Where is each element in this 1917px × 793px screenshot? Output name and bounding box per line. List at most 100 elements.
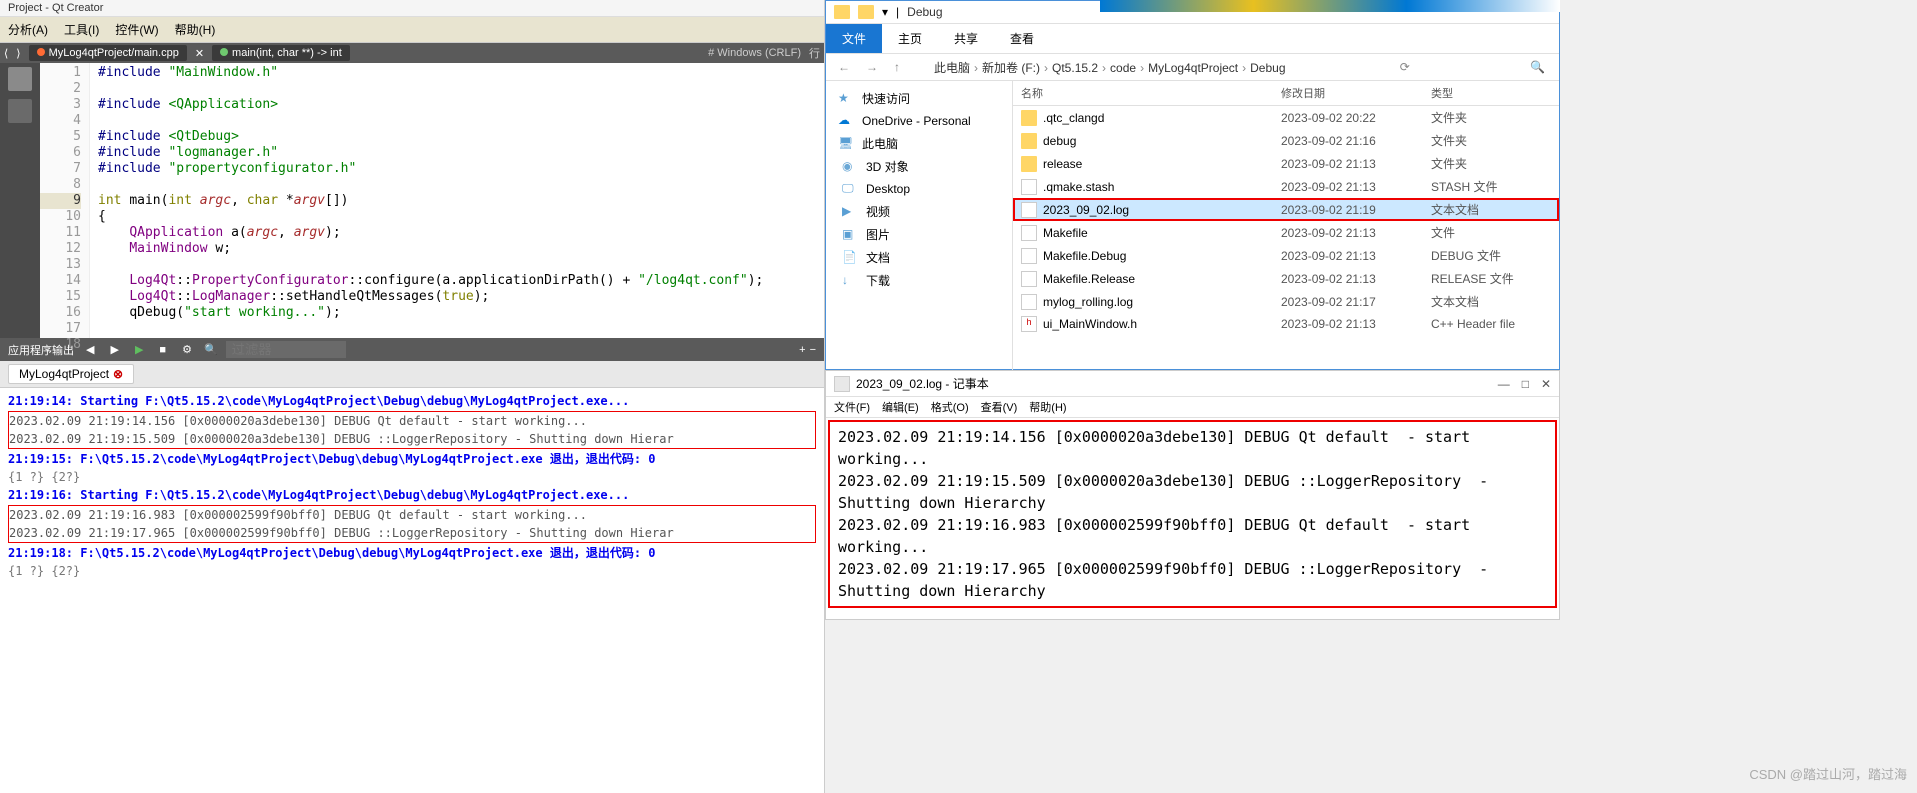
explorer-sidenav: ★快速访问☁OneDrive - Personal🖥此电脑◉3D 对象🖵Desk… [826, 81, 1013, 371]
menu-file[interactable]: 文件(F) [834, 399, 870, 415]
sidenav-item[interactable]: 🖵Desktop [826, 178, 1012, 200]
nav-icon: ▶ [842, 204, 858, 220]
nav-icon: ◉ [842, 159, 858, 175]
sidenav-item[interactable]: 🖥此电脑 [826, 132, 1012, 155]
h-icon: h [1021, 316, 1037, 332]
nav-up-icon[interactable]: ↑ [890, 58, 904, 76]
mode-edit-icon[interactable] [8, 67, 32, 91]
menu-help[interactable]: 帮助(H) [175, 21, 216, 38]
file-row[interactable]: debug2023-09-02 21:16文件夹 [1013, 129, 1559, 152]
nav-back-icon[interactable]: ← [834, 58, 854, 76]
crumb[interactable]: MyLog4qtProject [1148, 61, 1238, 75]
sidenav-item[interactable]: ▣图片 [826, 223, 1012, 246]
menu-format[interactable]: 格式(O) [931, 399, 969, 415]
nav-fwd-icon[interactable]: → [862, 58, 882, 76]
sidenav-item[interactable]: ☁OneDrive - Personal [826, 110, 1012, 132]
output-remove[interactable]: − [810, 344, 816, 356]
nav-icon: ☁ [838, 113, 854, 129]
file-tab[interactable]: MyLog4qtProject/main.cpp [29, 45, 187, 61]
notepad-content[interactable]: 2023.02.09 21:19:14.156 [0x0000020a3debe… [828, 420, 1557, 608]
notepad-icon [834, 376, 850, 392]
nav-icon: ▣ [842, 227, 858, 243]
mode-debug-icon[interactable] [8, 99, 32, 123]
address-bar: ← → ↑ 此电脑›新加卷 (F:)›Qt5.15.2›code›MyLog4q… [826, 54, 1559, 81]
encoding-label[interactable]: # Windows (CRLF) [708, 47, 801, 59]
code-area[interactable]: #include "MainWindow.h" #include <QAppli… [90, 63, 824, 338]
func-tab[interactable]: main(int, char **) -> int [212, 45, 350, 61]
qt-creator-window: Project - Qt Creator 分析(A) 工具(I) 控件(W) 帮… [0, 0, 825, 793]
tab-close[interactable]: ✕ [195, 47, 204, 60]
tab-share[interactable]: 共享 [938, 24, 994, 53]
close-icon[interactable]: ✕ [1541, 377, 1551, 391]
nav-icon: ★ [838, 91, 854, 107]
folder-icon [1021, 110, 1037, 126]
menu-edit[interactable]: 编辑(E) [882, 399, 919, 415]
maximize-icon[interactable]: □ [1522, 377, 1529, 391]
output-tabs: MyLog4qtProject ⊗ [0, 361, 824, 388]
tab-view[interactable]: 查看 [994, 24, 1050, 53]
menu-widgets[interactable]: 控件(W) [115, 21, 158, 38]
nav-icon: 📄 [842, 250, 858, 266]
file-row[interactable]: Makefile.Release2023-09-02 21:13RELEASE … [1013, 267, 1559, 290]
output-prev[interactable]: ◀ [82, 342, 98, 357]
col-date[interactable]: 修改日期 [1281, 85, 1431, 101]
filter-input[interactable] [226, 341, 346, 358]
crumb[interactable]: 新加卷 (F:) [982, 61, 1040, 75]
output-tab[interactable]: MyLog4qtProject ⊗ [8, 364, 134, 384]
nav-back[interactable]: ⟨ [4, 47, 8, 60]
tab-home[interactable]: 主页 [882, 24, 938, 53]
col-type[interactable]: 类型 [1431, 85, 1551, 101]
output-add[interactable]: + [799, 344, 805, 356]
output-header: 应用程序输出 ◀ ▶ ▶ ■ ⚙ 🔍 + − [0, 338, 824, 361]
sidenav-item[interactable]: 📄文档 [826, 246, 1012, 269]
file-row[interactable]: 2023_09_02.log2023-09-02 21:19文本文档 [1013, 198, 1559, 221]
settings-icon[interactable]: ⚙ [178, 342, 196, 357]
search-icon: 🔍 [204, 343, 218, 356]
close-icon[interactable]: ⊗ [113, 367, 123, 381]
tab-file[interactable]: 文件 [826, 24, 882, 53]
nav-fwd[interactable]: ⟩ [16, 47, 20, 60]
file-row[interactable]: hui_MainWindow.h2023-09-02 21:13C++ Head… [1013, 313, 1559, 335]
crumb[interactable]: Qt5.15.2 [1052, 61, 1098, 75]
output-pane[interactable]: 21:19:14: Starting F:\Qt5.15.2\code\MyLo… [0, 388, 824, 668]
run-button[interactable]: ▶ [131, 342, 147, 357]
file-row[interactable]: Makefile2023-09-02 21:13文件 [1013, 221, 1559, 244]
menu-help[interactable]: 帮助(H) [1029, 399, 1066, 415]
sidenav-item[interactable]: ★快速访问 [826, 87, 1012, 110]
output-next[interactable]: ▶ [106, 342, 122, 357]
menu-tools[interactable]: 工具(I) [64, 21, 99, 38]
code-editor[interactable]: 123456789101112131415161718 #include "Ma… [0, 63, 824, 338]
file-icon [1021, 248, 1037, 264]
file-row[interactable]: release2023-09-02 21:13文件夹 [1013, 152, 1559, 175]
notepad-menubar: 文件(F) 编辑(E) 格式(O) 查看(V) 帮助(H) [826, 397, 1559, 418]
menu-view[interactable]: 查看(V) [981, 399, 1018, 415]
minimize-icon[interactable]: — [1498, 377, 1510, 391]
notepad-window: 2023_09_02.log - 记事本 — □ ✕ 文件(F) 编辑(E) 格… [825, 370, 1560, 620]
refresh-icon[interactable]: ⟳ [1394, 58, 1416, 76]
overflow-icon[interactable]: ▾ [882, 5, 888, 19]
crumb[interactable]: Debug [1250, 61, 1285, 75]
crumb[interactable]: 此电脑 [934, 61, 970, 75]
stop-button[interactable]: ■ [155, 343, 170, 357]
column-headers[interactable]: 名称 修改日期 类型 [1013, 81, 1559, 106]
crumb[interactable]: code [1110, 61, 1136, 75]
file-row[interactable]: mylog_rolling.log2023-09-02 21:17文本文档 [1013, 290, 1559, 313]
file-explorer-window: ▾ | Debug 文件 主页 共享 查看 ← → ↑ 此电脑›新加卷 (F:)… [825, 0, 1560, 370]
qt-mode-sidebar [0, 63, 40, 338]
sidenav-item[interactable]: ◉3D 对象 [826, 155, 1012, 178]
file-row[interactable]: .qtc_clangd2023-09-02 20:22文件夹 [1013, 106, 1559, 129]
explorer-title: Debug [907, 5, 942, 19]
file-list: 名称 修改日期 类型 .qtc_clangd2023-09-02 20:22文件… [1013, 81, 1559, 371]
file-row[interactable]: Makefile.Debug2023-09-02 21:13DEBUG 文件 [1013, 244, 1559, 267]
folder-icon [858, 5, 874, 19]
qt-menubar: 分析(A) 工具(I) 控件(W) 帮助(H) [0, 17, 824, 43]
menu-analyze[interactable]: 分析(A) [8, 21, 48, 38]
folder-icon [1021, 133, 1037, 149]
nav-icon: 🖵 [842, 181, 858, 197]
sidenav-item[interactable]: ▶视频 [826, 200, 1012, 223]
breadcrumb[interactable]: 此电脑›新加卷 (F:)›Qt5.15.2›code›MyLog4qtProje… [934, 59, 1286, 76]
file-row[interactable]: .qmake.stash2023-09-02 21:13STASH 文件 [1013, 175, 1559, 198]
col-name[interactable]: 名称 [1021, 85, 1281, 101]
search-icon[interactable]: 🔍 [1524, 58, 1551, 76]
sidenav-item[interactable]: ↓下载 [826, 269, 1012, 292]
